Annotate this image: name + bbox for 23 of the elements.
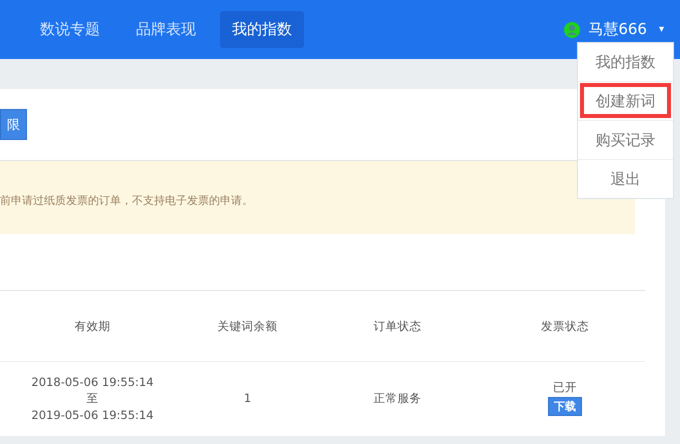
column-header: 有效期 [74, 318, 110, 334]
caret-icon[interactable]: ▾ [658, 24, 664, 35]
download-button[interactable]: 下载 [548, 397, 582, 416]
nav-tab[interactable]: 数说专题 [28, 11, 112, 48]
table-cell: 正常服务 [374, 390, 422, 406]
table-cell: 2019-05-06 19:55:14 [31, 408, 154, 422]
menu-item[interactable]: 购买记录 [578, 120, 673, 159]
menu-item[interactable]: 退出 [578, 159, 673, 198]
menu-item[interactable]: 创建新词 [578, 81, 673, 120]
table-cell: 2018-05-06 19:55:14 [31, 374, 154, 388]
column-header: 关键词余额 [218, 318, 278, 334]
user-avatar-icon [564, 22, 580, 38]
notice-text: 前申请过纸质发票的订单，不支持电子发票的申请。 [0, 193, 253, 208]
column-header: 发票状态 [541, 318, 589, 334]
menu-item[interactable]: 我的指数 [578, 43, 673, 81]
table-cell: 1 [244, 391, 252, 405]
nav-tab[interactable]: 我的指数 [220, 11, 304, 48]
permission-button[interactable]: 限 [0, 109, 27, 140]
table-cell: 至 [86, 390, 98, 406]
nav-tab[interactable]: 品牌表现 [124, 11, 208, 48]
table-cell: 已开 [553, 380, 577, 395]
column-header: 订单状态 [374, 318, 422, 334]
user-name[interactable]: 马慧666 [588, 20, 647, 39]
